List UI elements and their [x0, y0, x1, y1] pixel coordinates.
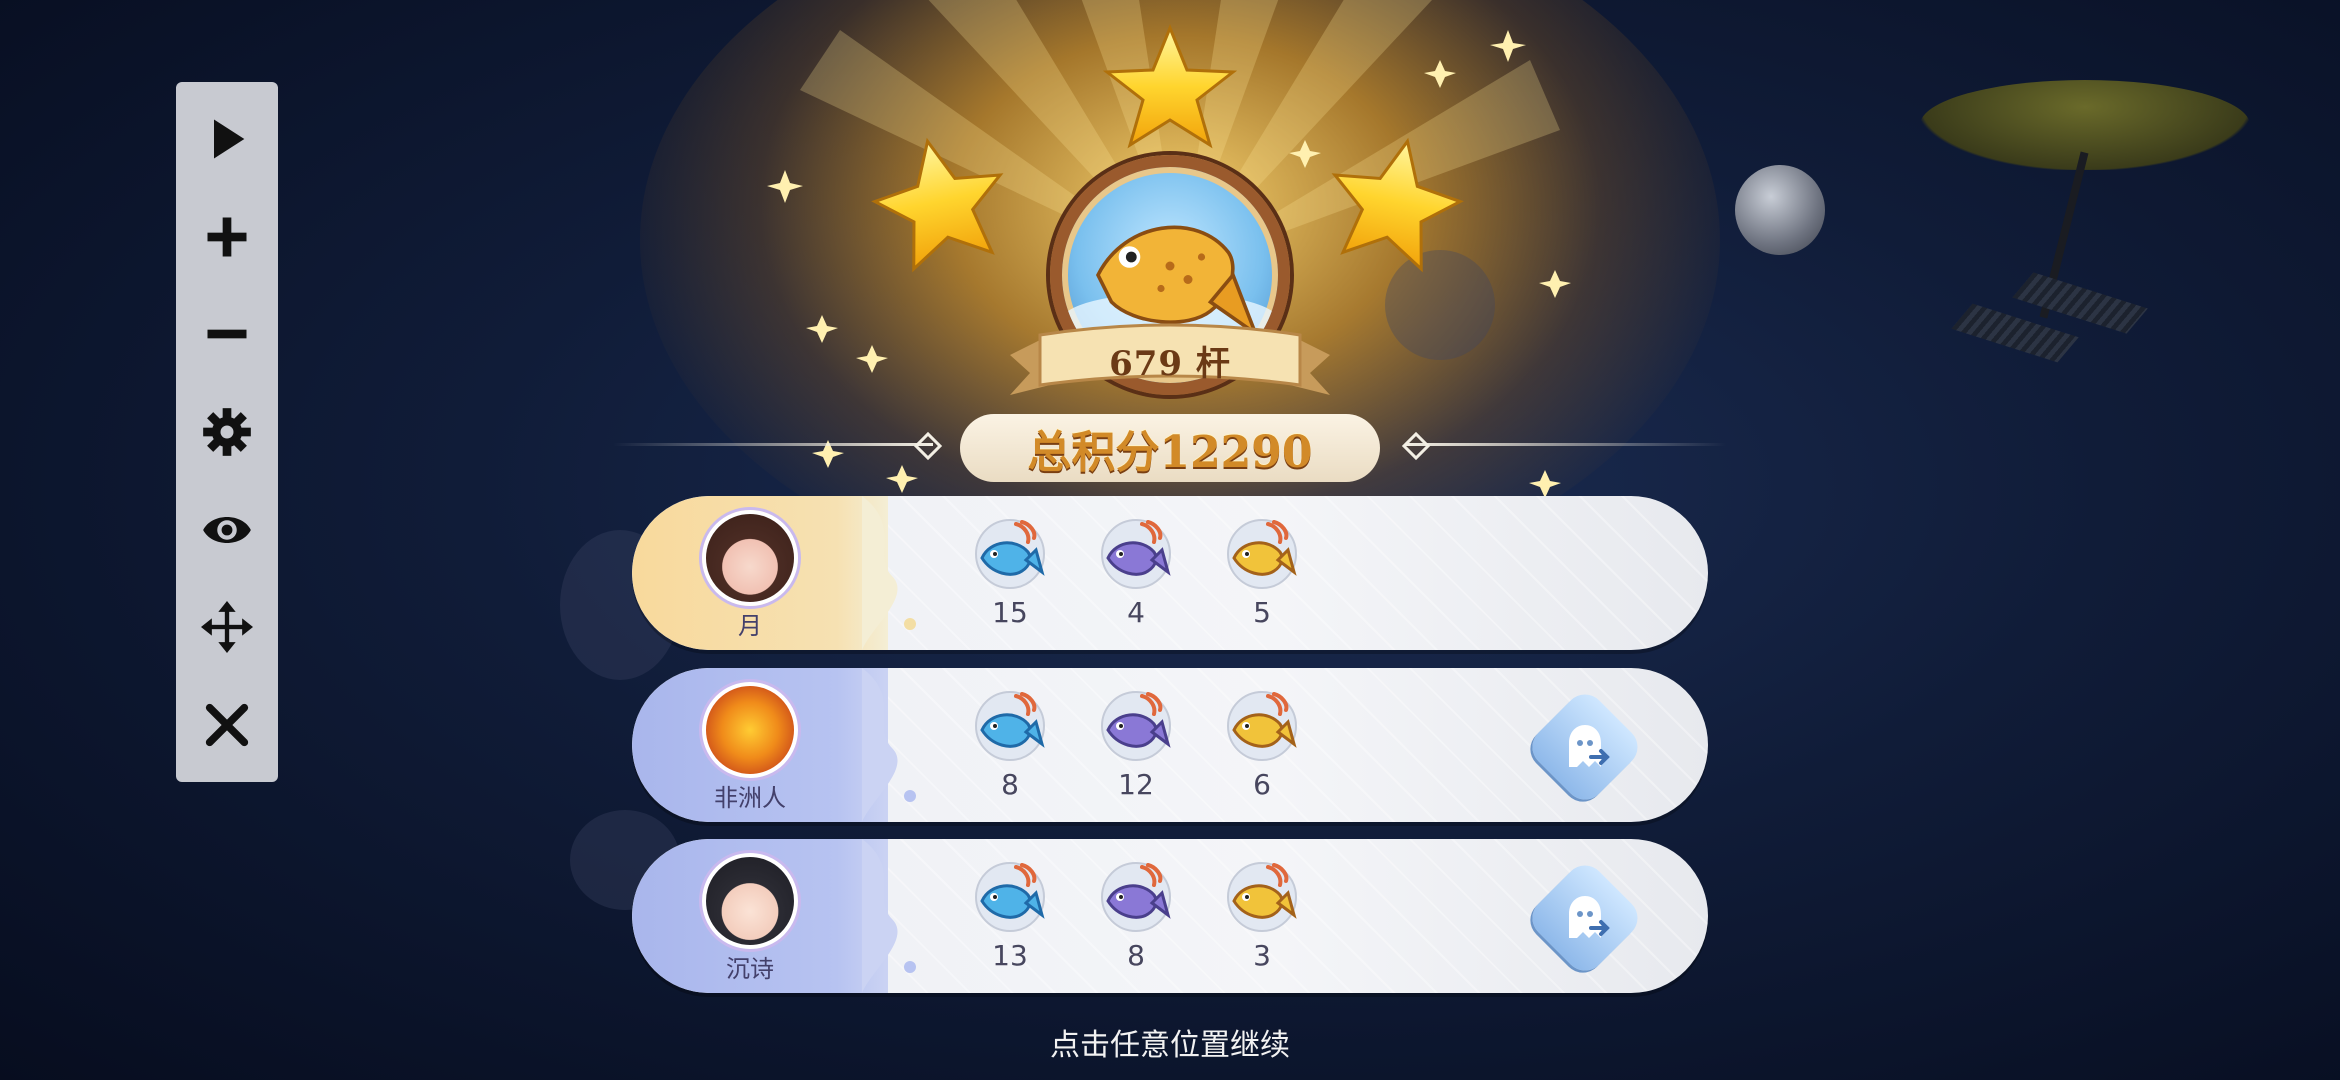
purple-fish-icon	[1098, 688, 1174, 764]
npc-character	[1385, 250, 1495, 360]
zoom-out-button[interactable]	[187, 294, 267, 374]
purple-fish-icon	[1098, 516, 1174, 592]
zoom-in-button[interactable]	[187, 197, 267, 277]
overlay-toolbar	[176, 82, 278, 782]
settings-button[interactable]	[187, 392, 267, 472]
minus-icon	[207, 329, 247, 339]
view-profile-button[interactable]	[1524, 686, 1646, 808]
fish-count-purple: 12	[1118, 768, 1154, 801]
catch-count: 679 杆	[1109, 344, 1231, 384]
avatar[interactable]	[702, 510, 798, 606]
close-button[interactable]	[187, 685, 267, 765]
view-button[interactable]	[187, 490, 267, 570]
fish-count-purple: 8	[1127, 939, 1145, 972]
golden-fish-icon	[1224, 516, 1300, 592]
fish-count-gold: 6	[1253, 768, 1271, 801]
ghost-arrow-icon	[1569, 725, 1610, 767]
player-name: 沉诗	[726, 955, 774, 983]
blue-fish-icon	[972, 859, 1048, 935]
fish-count-gold: 3	[1253, 939, 1271, 972]
total-score: 总积分12290	[960, 414, 1380, 482]
fish-count-blue: 13	[992, 939, 1028, 972]
avatar[interactable]	[702, 682, 798, 778]
gear-icon	[203, 408, 251, 456]
eye-icon	[203, 516, 251, 543]
npc-character	[1735, 165, 1825, 255]
ghost-arrow-icon	[1569, 896, 1610, 938]
panel-wave	[862, 496, 916, 650]
play-icon	[214, 119, 245, 159]
fish-count-purple: 4	[1127, 596, 1145, 629]
play-button[interactable]	[187, 99, 267, 179]
fish-count-gold: 5	[1253, 596, 1271, 629]
blue-fish-icon	[972, 516, 1048, 592]
panel-wave	[862, 668, 916, 822]
continue-hint: 点击任意位置继续	[1050, 1028, 1290, 1063]
view-profile-button[interactable]	[1524, 857, 1646, 979]
move-button[interactable]	[187, 587, 267, 667]
golden-fish-icon	[1224, 859, 1300, 935]
fish-count-blue: 15	[992, 596, 1028, 629]
player-name: 非洲人	[714, 784, 786, 812]
player-name: 月	[738, 612, 762, 640]
close-icon	[205, 703, 249, 747]
blue-fish-icon	[972, 688, 1048, 764]
panel-wave	[862, 839, 916, 993]
fish-count-blue: 8	[1001, 768, 1019, 801]
move-icon	[201, 601, 253, 654]
avatar[interactable]	[702, 853, 798, 949]
plus-icon	[207, 217, 247, 257]
purple-fish-icon	[1098, 859, 1174, 935]
player-row: 非洲人 8 12 6	[632, 668, 1708, 822]
golden-fish-icon	[1224, 688, 1300, 764]
player-row: 月 15 4 5	[632, 496, 1708, 650]
divider-line	[1406, 443, 1726, 446]
divider-line	[613, 443, 933, 446]
player-row: 沉诗 13 8 3	[632, 839, 1708, 993]
